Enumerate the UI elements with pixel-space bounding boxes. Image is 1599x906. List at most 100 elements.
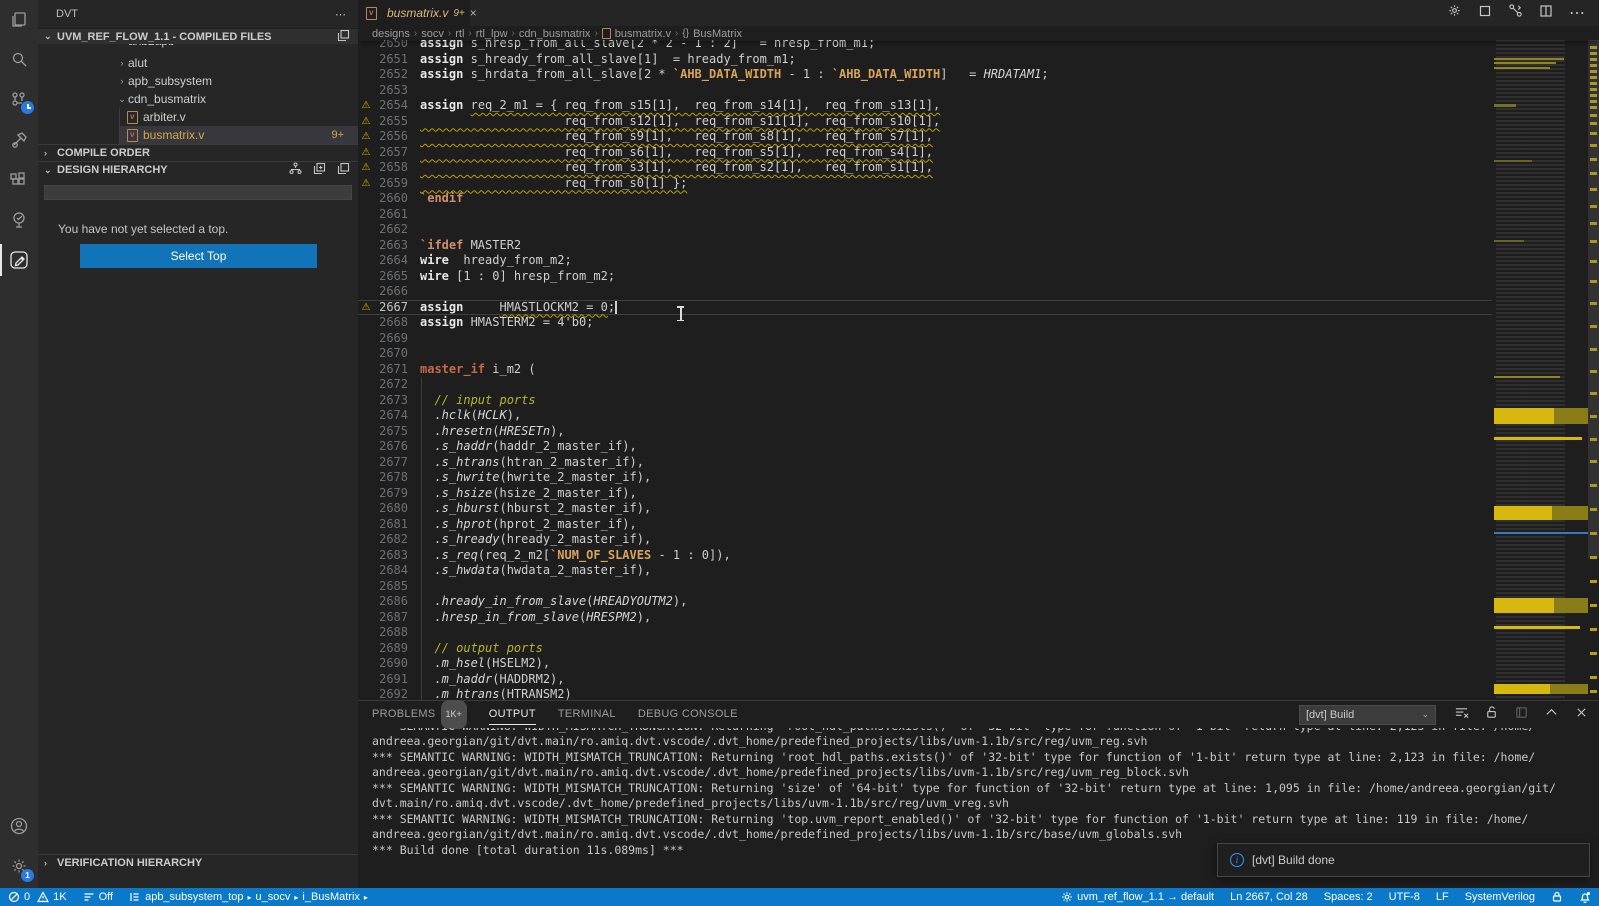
code-line-2661[interactable]: 2661 <box>358 207 1492 223</box>
code-line-2654[interactable]: ⚠2654assign req_2_m1 = { req_from_s15[1]… <box>358 98 1492 114</box>
explorer-icon[interactable] <box>0 0 38 40</box>
code-line-2658[interactable]: ⚠2658 req_from_s3[1], req_from_s2[1], re… <box>358 160 1492 176</box>
eol[interactable]: LF <box>1436 891 1449 903</box>
indentation[interactable]: Spaces: 2 <box>1324 891 1373 903</box>
section-compiled-files[interactable]: ⌄ UVM_REF_FLOW_1.1 - COMPILED FILES <box>38 28 358 44</box>
code-line-2686[interactable]: 2686 .hready_in_from_slave(HREADYOUTM2), <box>358 594 1492 610</box>
panel-tab-terminal[interactable]: TERMINAL <box>558 701 616 728</box>
search-icon[interactable] <box>0 40 38 80</box>
code-line-2672[interactable]: 2672 <box>358 377 1492 393</box>
code-line-2682[interactable]: 2682 .s_hready(hready_2_master_if), <box>358 532 1492 548</box>
code-line-2653[interactable]: 2653 <box>358 83 1492 99</box>
code-line-2666[interactable]: 2666 <box>358 284 1492 300</box>
breadcrumb-item[interactable]: socv <box>421 28 444 40</box>
section-design-hierarchy[interactable]: ⌄ DESIGN HIERARCHY <box>38 161 358 178</box>
breadcrumb-item[interactable]: busmatrix.v <box>615 28 671 40</box>
project-config[interactable]: uvm_ref_flow_1.1 → default <box>1061 891 1214 903</box>
account-icon[interactable] <box>0 806 38 846</box>
editor-settings-icon[interactable] <box>1447 3 1462 23</box>
code-line-2684[interactable]: 2684 .s_hwdata(hwdata_2_master_if), <box>358 563 1492 579</box>
code-line-2683[interactable]: 2683 .s_req(req_2_m2[`NUM_OF_SLAVES - 1 … <box>358 548 1492 564</box>
panel-tab-debug-console[interactable]: DEBUG CONSOLE <box>638 701 738 728</box>
code-line-2650[interactable]: 2650assign s_hresp_from_all_slave[2 * 2 … <box>358 40 1492 52</box>
code-line-2691[interactable]: 2691 .m_haddr(HADDRM2), <box>358 672 1492 688</box>
code-line-2656[interactable]: ⚠2656 req_from_s9[1], req_from_s8[1], re… <box>358 129 1492 145</box>
code-line-2680[interactable]: 2680 .s_hburst(hburst_2_master_if), <box>358 501 1492 517</box>
code-line-2660[interactable]: 2660`endif <box>358 191 1492 207</box>
open-in-editor-icon[interactable] <box>1514 705 1529 725</box>
panel-tab-problems[interactable]: PROBLEMS1K+ <box>372 701 467 728</box>
code-line-2662[interactable]: 2662 <box>358 222 1492 238</box>
hierarchy-path-item[interactable]: u_socv <box>256 891 291 903</box>
code-line-2665[interactable]: 2665wire [1 : 0] hresp_from_m2; <box>358 269 1492 285</box>
section-verification-hierarchy[interactable]: › VERIFICATION HIERARCHY <box>38 854 358 871</box>
minimap[interactable] <box>1492 40 1588 700</box>
breadcrumb-item[interactable]: rtl_lpw <box>476 28 508 40</box>
problems-status[interactable]: 0 1K <box>8 891 67 903</box>
hierarchy-filter-input[interactable] <box>44 185 352 200</box>
code-line-2670[interactable]: 2670 <box>358 346 1492 362</box>
collapse-all-icon[interactable] <box>337 162 350 178</box>
checker-toggle[interactable]: Off <box>83 891 113 903</box>
notifications-bell-icon[interactable] <box>1579 891 1591 903</box>
code-line-2687[interactable]: 2687 .hresp_in_from_slave(HRESPM2), <box>358 610 1492 626</box>
hierarchy-path-item[interactable]: apb_subsystem_top <box>145 891 243 903</box>
code-line-2676[interactable]: 2676 .s_haddr(haddr_2_master_if), <box>358 439 1492 455</box>
verification-tree-icon[interactable] <box>0 200 38 240</box>
trace-graph-icon[interactable] <box>1508 3 1523 23</box>
encoding[interactable]: UTF-8 <box>1389 891 1420 903</box>
code-line-2685[interactable]: 2685 <box>358 579 1492 595</box>
code-line-2667[interactable]: ⚠2667assign HMASTLOCKM2 = 0; <box>358 300 1492 316</box>
scrollbar-thumb[interactable] <box>1588 40 1599 558</box>
sidebar-item-cdn_busmatrix[interactable]: ⌄cdn_busmatrix <box>38 90 358 108</box>
maximize-panel-icon[interactable] <box>1544 705 1559 725</box>
code-line-2664[interactable]: 2664wire hready_from_m2; <box>358 253 1492 269</box>
code-line-2674[interactable]: 2674 .hclk(HCLK), <box>358 408 1492 424</box>
code-line-2681[interactable]: 2681 .s_hprot(hprot_2_master_if), <box>358 517 1492 533</box>
split-editor-icon[interactable] <box>1539 4 1553 23</box>
code-line-2673[interactable]: 2673 // input ports <box>358 393 1492 409</box>
tab-close-icon[interactable]: × <box>470 6 477 20</box>
code-line-2663[interactable]: 2663`ifdef MASTER2 <box>358 238 1492 254</box>
breadcrumb-item[interactable]: designs <box>372 28 410 40</box>
unlock-icon[interactable] <box>1484 705 1499 725</box>
code-line-2678[interactable]: 2678 .s_hwrite(hwrite_2_master_if), <box>358 470 1492 486</box>
code-line-2692[interactable]: 2692 .m_htrans(HTRANSM2) <box>358 687 1492 700</box>
output-channel-dropdown[interactable]: [dvt] Build ⌄ <box>1299 705 1436 725</box>
breadcrumb-item[interactable]: rtl <box>455 28 464 40</box>
language-mode[interactable]: SystemVerilog <box>1465 891 1535 903</box>
sidebar-more-icon[interactable]: ⋯ <box>335 8 346 21</box>
code-line-2679[interactable]: 2679 .s_hsize(hsize_2_master_if), <box>358 486 1492 502</box>
code-line-2688[interactable]: 2688 <box>358 625 1492 641</box>
panel-tab-output[interactable]: OUTPUT <box>489 701 536 728</box>
settings-gear-icon[interactable]: 1 <box>0 846 38 886</box>
breadcrumb-item[interactable]: BusMatrix <box>693 28 742 40</box>
notification-toast[interactable]: i [dvt] Build done <box>1217 843 1590 877</box>
code-line-2651[interactable]: 2651assign s_hready_from_all_slave[1] = … <box>358 52 1492 68</box>
dvt-editor-icon[interactable] <box>0 240 38 280</box>
hierarchy-breadcrumb[interactable]: apb_subsystem_top▸u_socv▸i_BusMatrix▸ <box>129 891 368 903</box>
code-line-2668[interactable]: 2668assign HMASTERM2 = 4'b0; <box>358 315 1492 331</box>
cursor-position[interactable]: Ln 2667, Col 28 <box>1230 891 1308 903</box>
hierarchy-icon[interactable] <box>289 162 302 178</box>
code-line-2657[interactable]: ⚠2657 req_from_s6[1], req_from_s5[1], re… <box>358 145 1492 161</box>
code-line-2652[interactable]: 2652assign s_hrdata_from_all_slave[2 * `… <box>358 67 1492 83</box>
sidebar-item-alut[interactable]: ›alut <box>38 54 358 72</box>
sidebar-item-busmatrix-v[interactable]: busmatrix.v9+ <box>119 126 358 144</box>
extensions-icon[interactable] <box>0 160 38 200</box>
sidebar-item-ahb2apb[interactable]: ›ahb2apb <box>38 44 358 54</box>
new-window-icon[interactable] <box>313 162 326 178</box>
section-compile-order[interactable]: › COMPILE ORDER <box>38 144 358 161</box>
code-line-2690[interactable]: 2690 .m_hsel(HSELM2), <box>358 656 1492 672</box>
code-line-2689[interactable]: 2689 // output ports <box>358 641 1492 657</box>
run-box-icon[interactable] <box>1478 4 1492 23</box>
close-panel-icon[interactable] <box>1574 705 1589 725</box>
hierarchy-path-item[interactable]: i_BusMatrix <box>302 891 359 903</box>
lock-icon[interactable] <box>1551 891 1563 903</box>
run-verification-icon[interactable] <box>0 120 38 160</box>
code-line-2675[interactable]: 2675 .hresetn(HRESETn), <box>358 424 1492 440</box>
code-line-2659[interactable]: ⚠2659 req_from_s0[1] }; <box>358 176 1492 192</box>
sidebar-item-arbiter-v[interactable]: arbiter.v <box>119 108 358 126</box>
code-line-2655[interactable]: ⚠2655 req_from_s12[1], req_from_s11[1], … <box>358 114 1492 130</box>
select-top-button[interactable]: Select Top <box>80 244 317 268</box>
